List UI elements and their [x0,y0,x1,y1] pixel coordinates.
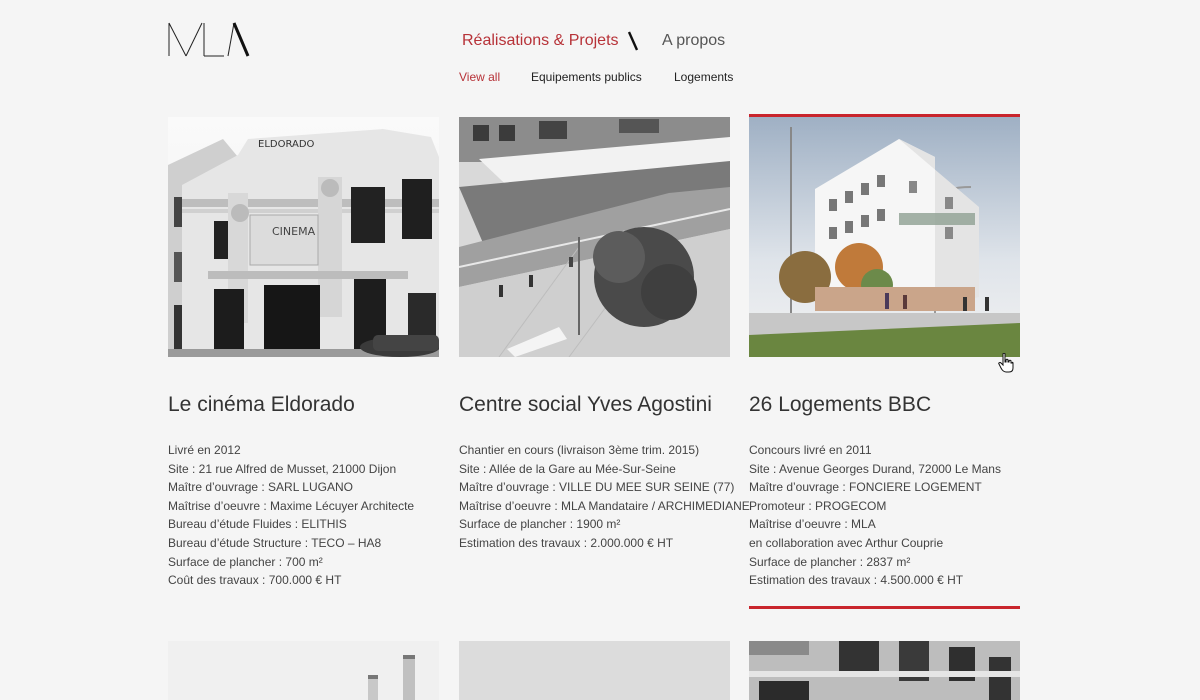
project-image-next-1[interactable] [168,641,439,700]
hand-pointer-cursor-icon [998,353,1014,373]
project-detail-line: Livré en 2012 [168,443,241,457]
page: Réalisations & Projets A propos View all… [0,0,1200,700]
image-sign-cinema: CINEMA [272,225,316,238]
project-title[interactable]: Le cinéma Eldorado [168,391,439,419]
project-detail-line: Concours livré en 2011 [749,443,872,457]
project-detail-line: Maître d’ouvrage : VILLE DU MEE SUR SEIN… [459,480,735,495]
nav-about[interactable]: A propos [662,30,725,52]
filter-view-all[interactable]: View all [459,69,500,86]
project-detail-line: Promoteur : PROGECOM [749,498,887,513]
project-details: Livré en 2012 Site : 21 rue Alfred de Mu… [168,441,439,590]
project-detail-line: Estimation des travaux : 4.500.000 € HT [749,573,964,588]
project-image-eldorado[interactable]: ELDORADO CINEMA [168,117,439,357]
project-detail-line: Site : 21 rue Alfred de Musset, 21000 Di… [168,461,397,476]
project-detail-line: Coût des travaux : 700.000 € HT [168,573,342,588]
filter-equipements-publics[interactable]: Equipements publics [531,69,642,86]
card-bottom-border [749,606,1020,609]
image-sign-eldorado: ELDORADO [258,139,315,150]
project-detail-line: Maîtrise d’oeuvre : Maxime Lécuyer Archi… [168,498,415,513]
project-detail-line: Maître d’ouvrage : SARL LUGANO [168,480,353,495]
nav-projects[interactable]: Réalisations & Projets [462,30,619,52]
project-image-logements[interactable] [749,117,1020,357]
project-detail-line: Site : Allée de la Gare au Mée-Sur-Seine [459,461,676,476]
main-nav: Réalisations & Projets A propos [0,30,1200,54]
project-detail-line: Bureau d’étude Structure : TECO – HA8 [168,535,382,550]
project-detail-line: Estimation des travaux : 2.000.000 € HT [459,535,674,550]
project-detail-line: Surface de plancher : 2837 m² [749,554,911,569]
project-details: Chantier en cours (livraison 3ème trim. … [459,441,750,553]
project-card[interactable]: Centre social Yves Agostini Chantier en … [459,114,750,553]
project-detail-line: Maître d’ouvrage : FONCIERE LOGEMENT [749,480,982,495]
project-detail-line: Maîtrise d’oeuvre : MLA Mandataire / ARC… [459,498,750,513]
project-card[interactable]: ELDORADO CINEMA Le cinéma Eldorado Livré… [168,114,439,590]
project-detail-line: Bureau d’étude Fluides : ELITHIS [168,517,347,532]
filter-logements[interactable]: Logements [674,69,733,86]
project-title[interactable]: Centre social Yves Agostini [459,391,730,419]
project-detail-line: Surface de plancher : 700 m² [168,554,323,569]
project-image-centre-social[interactable] [459,117,730,357]
filter-nav: View all Equipements publics Logements [0,69,1200,87]
project-detail-line: Site : Avenue Georges Durand, 72000 Le M… [749,461,1001,476]
project-detail-line: en collaboration avec Arthur Couprie [749,535,944,550]
project-image-next-3[interactable] [749,641,1020,700]
backslash-separator-icon [627,31,639,51]
project-detail-line: Chantier en cours (livraison 3ème trim. … [459,443,700,457]
project-detail-line: Maîtrise d’oeuvre : MLA [749,517,876,532]
project-detail-line: Surface de plancher : 1900 m² [459,517,621,532]
project-image-next-2[interactable] [459,641,730,700]
project-card-active[interactable]: 26 Logements BBC Concours livré en 2011 … [749,114,1020,590]
project-details: Concours livré en 2011 Site : Avenue Geo… [749,441,1020,590]
project-title[interactable]: 26 Logements BBC [749,391,1020,419]
